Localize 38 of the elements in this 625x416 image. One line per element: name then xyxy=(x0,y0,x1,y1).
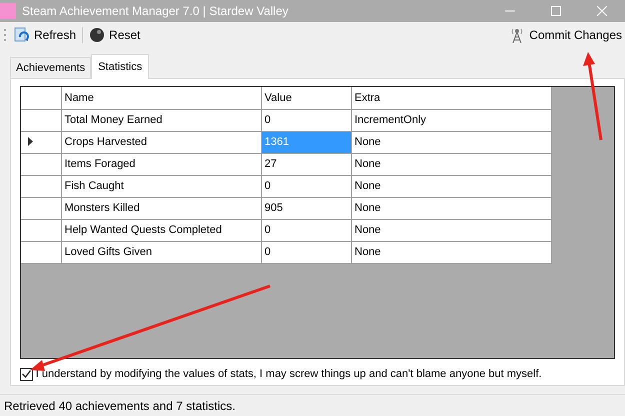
commit-button[interactable]: Commit Changes xyxy=(506,24,625,46)
table-cell: None xyxy=(351,153,551,175)
table-cell: None xyxy=(351,241,551,263)
table-cell: None xyxy=(351,197,551,219)
table-cell: Items Foraged xyxy=(61,153,261,175)
table-cell[interactable]: 905 xyxy=(261,197,351,219)
table-cell: Help Wanted Quests Completed xyxy=(61,219,261,241)
toolbar-button[interactable]: Refresh xyxy=(11,24,80,46)
table-cell[interactable]: 0 xyxy=(261,219,351,241)
table-cell: Loved Gifts Given xyxy=(61,241,261,263)
table-cell: Total Money Earned xyxy=(61,109,261,131)
table-cell[interactable]: 0 xyxy=(261,175,351,197)
table-cell[interactable]: 27 xyxy=(261,153,351,175)
maximize-icon[interactable] xyxy=(551,6,561,16)
refresh-icon xyxy=(14,27,30,43)
table-cell: Fish Caught xyxy=(61,175,261,197)
close-icon[interactable] xyxy=(597,6,607,16)
table-cell: None xyxy=(351,219,551,241)
table-cell: Crops Harvested xyxy=(61,131,261,153)
status-text: Retrieved 40 achievements and 7 statistics. xyxy=(0,394,625,416)
table-cell: Monsters Killed xyxy=(61,197,261,219)
checkbox[interactable] xyxy=(20,368,33,381)
column-header[interactable]: Extra xyxy=(351,87,551,109)
current-row-icon xyxy=(28,137,33,146)
table-cell: None xyxy=(351,175,551,197)
table-cell[interactable]: 0 xyxy=(261,109,351,131)
tab[interactable]: Statistics xyxy=(91,54,150,79)
column-header[interactable]: Name xyxy=(61,87,261,109)
toolbar-button[interactable]: Reset xyxy=(86,24,144,46)
tab[interactable]: Achievements xyxy=(10,56,92,78)
column-header[interactable]: Value xyxy=(261,87,351,109)
table-cell: None xyxy=(351,131,551,153)
window-title: Steam Achievement Manager 7.0 | Stardew Valley xyxy=(22,3,288,20)
ball-icon xyxy=(89,27,106,43)
app-icon xyxy=(0,3,16,19)
table-cell[interactable]: 0 xyxy=(261,241,351,263)
toolbar-grip-icon xyxy=(4,28,7,42)
table-cell: IncrementOnly xyxy=(351,109,551,131)
